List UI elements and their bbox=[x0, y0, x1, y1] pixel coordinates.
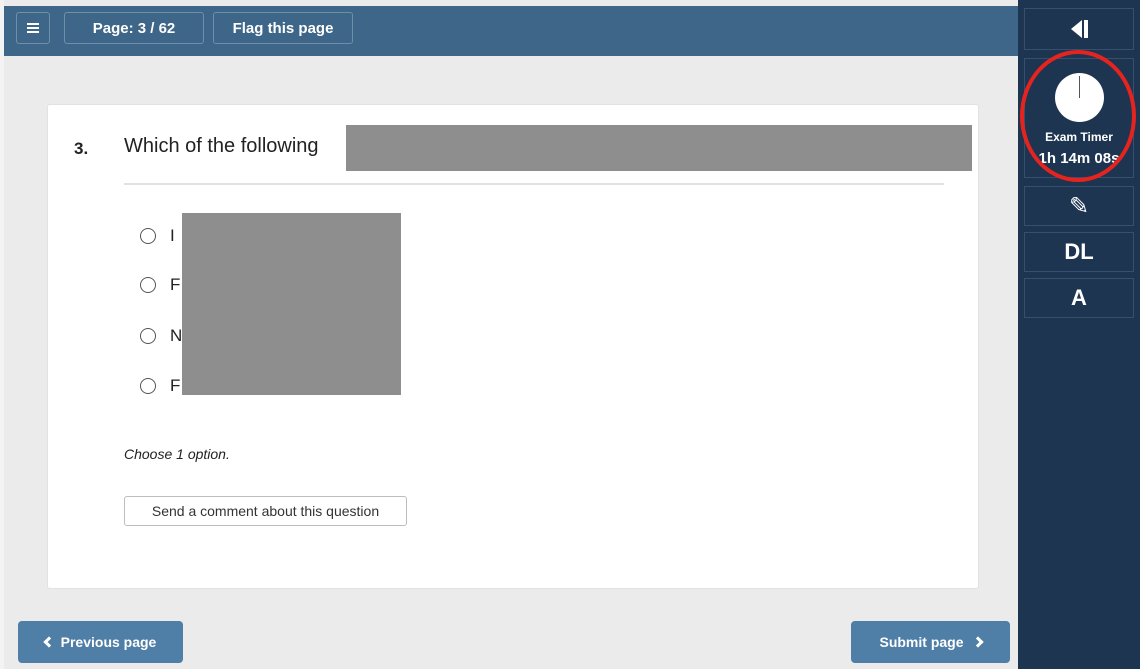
font-size-button[interactable]: A bbox=[1024, 278, 1134, 318]
timer-value: 1h 14m 08s bbox=[1038, 150, 1120, 167]
question-divider bbox=[124, 183, 944, 185]
sidebar: Exam Timer 1h 14m 08s ✎ DL A bbox=[1018, 0, 1140, 669]
exam-timer: Exam Timer 1h 14m 08s bbox=[1024, 58, 1134, 178]
answer-option[interactable]: I bbox=[140, 225, 175, 247]
chevron-right-icon bbox=[971, 636, 984, 648]
menu-button[interactable] bbox=[16, 12, 50, 44]
collapse-sidebar-button[interactable] bbox=[1024, 8, 1134, 50]
answer-label: F bbox=[170, 275, 181, 294]
main-area: Page: 3 / 62 Flag this page 3. Which of … bbox=[0, 0, 1018, 669]
question-number: 3. bbox=[74, 139, 89, 158]
answer-label: F bbox=[170, 376, 181, 395]
redacted-options bbox=[182, 213, 401, 395]
redacted-question-text bbox=[346, 125, 972, 171]
timer-label: Exam Timer bbox=[1045, 130, 1113, 144]
answer-option[interactable]: F bbox=[140, 375, 180, 397]
question-card: 3. Which of the following I F N F Choose bbox=[47, 104, 979, 589]
menu-icon bbox=[27, 23, 39, 33]
answer-label: I bbox=[170, 226, 175, 245]
top-toolbar: Page: 3 / 62 Flag this page bbox=[4, 6, 1018, 56]
comment-button[interactable]: Send a comment about this question bbox=[124, 496, 407, 526]
clock-icon bbox=[1054, 73, 1104, 122]
dl-button[interactable]: DL bbox=[1024, 232, 1134, 272]
submit-page-button[interactable]: Submit page bbox=[851, 621, 1010, 663]
answer-radio[interactable] bbox=[140, 378, 156, 394]
answer-radio[interactable] bbox=[140, 228, 156, 244]
answer-radio[interactable] bbox=[140, 328, 156, 344]
flag-page-button[interactable]: Flag this page bbox=[213, 12, 353, 44]
previous-page-label: Previous page bbox=[60, 634, 157, 650]
collapse-icon bbox=[1070, 20, 1088, 38]
answer-label: N bbox=[170, 326, 183, 345]
submit-page-label: Submit page bbox=[879, 634, 964, 650]
pencil-icon: ✎ bbox=[1068, 192, 1090, 220]
choose-hint: Choose 1 option. bbox=[124, 446, 230, 462]
exam-app: Page: 3 / 62 Flag this page 3. Which of … bbox=[0, 0, 1140, 669]
pencil-button[interactable]: ✎ bbox=[1024, 186, 1134, 226]
question-text: Which of the following bbox=[124, 135, 319, 157]
previous-page-button[interactable]: Previous page bbox=[18, 621, 183, 663]
chevron-left-icon bbox=[42, 636, 55, 648]
page-indicator[interactable]: Page: 3 / 62 bbox=[64, 12, 204, 44]
answer-radio[interactable] bbox=[140, 277, 156, 293]
answer-option[interactable]: F bbox=[140, 274, 180, 296]
answer-option[interactable]: N bbox=[140, 325, 182, 347]
